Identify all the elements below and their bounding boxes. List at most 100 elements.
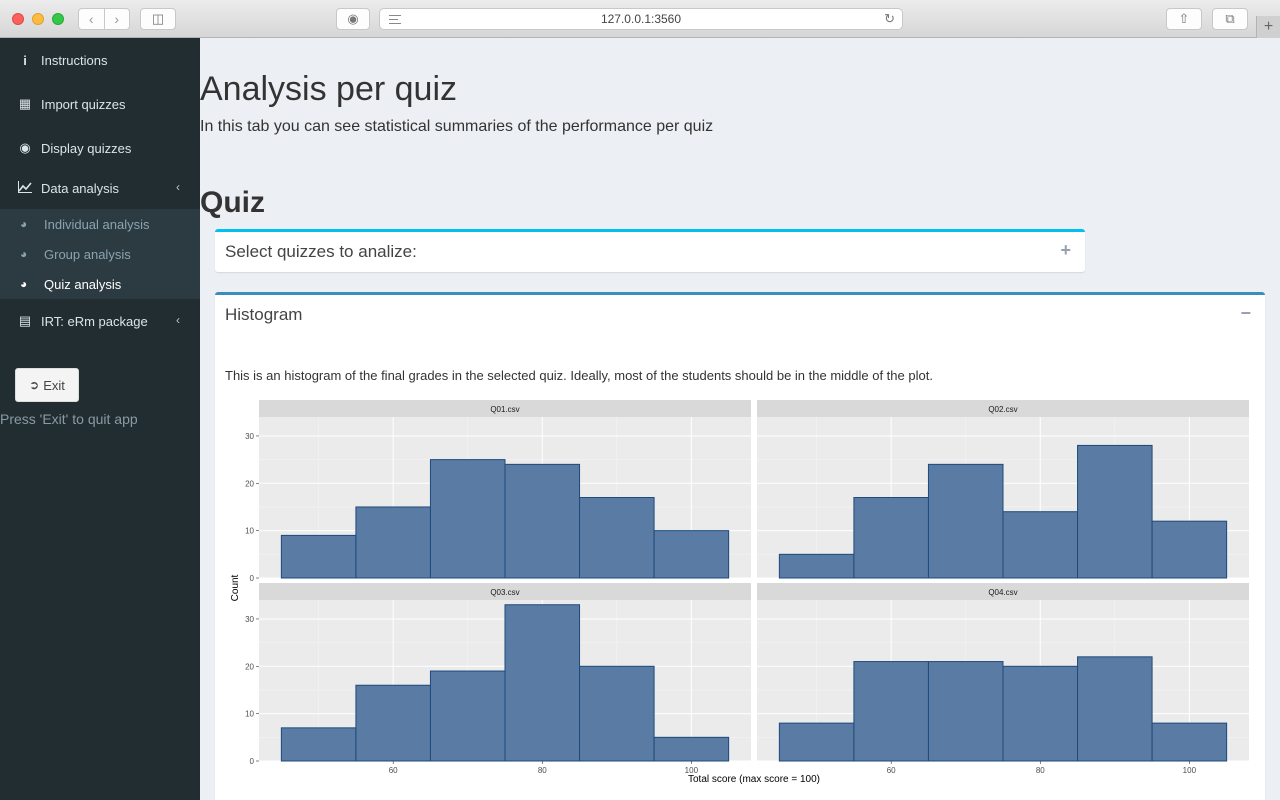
histogram-bar	[504, 463, 581, 579]
minimize-window-button[interactable]	[32, 13, 44, 25]
sidebar-item-import-quizzes[interactable]: ▦ Import quizzes	[0, 82, 200, 126]
sidebar-item-label: Quiz analysis	[44, 276, 122, 292]
y-axis-title: Count	[230, 574, 241, 601]
facet-label: Q04.csv	[988, 588, 1017, 597]
sidebar: i Instructions ▦ Import quizzes ◉ Displa…	[0, 38, 200, 800]
histogram-bar	[1002, 665, 1079, 762]
collapse-icon[interactable]: −	[1240, 303, 1251, 324]
privacy-shield-icon[interactable]: ◉	[336, 8, 370, 30]
history-nav: ‹ ›	[78, 8, 130, 30]
address-bar[interactable]: 127.0.0.1:3560 ↻	[379, 8, 903, 30]
histogram-bar	[280, 727, 357, 762]
histogram-bar	[1002, 511, 1079, 579]
page-title: Analysis per quiz	[200, 70, 458, 108]
dashboard-icon: ◕	[20, 277, 28, 291]
data-analysis-submenu: ◕ Individual analysis ◕ Group analysis ◕…	[0, 209, 200, 299]
histogram-bar	[927, 463, 1004, 579]
sidebar-item-label: Individual analysis	[44, 216, 150, 232]
sign-out-icon: ➲	[29, 378, 40, 392]
eye-icon: ◉	[19, 140, 31, 155]
tabs-overview-icon[interactable]: ⧉	[1212, 8, 1248, 30]
histogram-bar	[429, 670, 506, 762]
sidebar-toggle-icon[interactable]: ◫	[140, 8, 176, 30]
info-icon: i	[23, 52, 27, 68]
histogram-bar	[504, 604, 581, 762]
histogram-bar	[927, 661, 1004, 762]
page-subtitle: In this tab you can see statistical summ…	[200, 118, 714, 135]
x-axis-title: Total score (max score = 100)	[688, 774, 820, 785]
sidebar-item-label: Display quizzes	[41, 140, 132, 156]
section-title: Quiz	[200, 186, 265, 219]
histogram-bar	[653, 530, 730, 579]
histogram-bar	[355, 506, 431, 579]
histogram-bar	[778, 553, 855, 579]
histogram-bar	[429, 459, 506, 579]
sidebar-item-label: Import quizzes	[41, 96, 126, 112]
y-tick-label: 30	[245, 432, 254, 441]
browser-toolbar: ‹ › ◫ ◉ 127.0.0.1:3560 ↻ ⇧ ⧉ +	[0, 0, 1280, 38]
forward-icon[interactable]: ›	[103, 9, 130, 29]
url-text: 127.0.0.1:3560	[600, 12, 682, 26]
x-tick-label: 60	[389, 766, 398, 775]
sidebar-item-label: Instructions	[41, 52, 108, 68]
facet-label: Q03.csv	[490, 588, 519, 597]
histogram-bar	[853, 497, 929, 579]
y-tick-label: 0	[250, 574, 255, 583]
exit-hint: Press 'Exit' to quit app	[0, 411, 138, 427]
facet-label: Q02.csv	[988, 405, 1017, 414]
histogram-bar	[1077, 656, 1153, 762]
sidebar-item-group-analysis[interactable]: ◕ Group analysis	[0, 239, 200, 269]
new-tab-button[interactable]: +	[1256, 16, 1280, 38]
grid-icon: ▦	[18, 96, 32, 111]
sidebar-item-display-quizzes[interactable]: ◉ Display quizzes	[0, 126, 200, 170]
y-tick-label: 20	[245, 479, 254, 488]
x-tick-label: 80	[538, 766, 547, 775]
y-tick-label: 30	[245, 615, 254, 624]
histogram-bar	[1151, 520, 1228, 579]
share-icon[interactable]: ⇧	[1166, 8, 1202, 30]
histogram-bar	[579, 497, 655, 579]
histogram-bar	[579, 665, 655, 762]
book-icon: ▤	[18, 313, 32, 328]
line-chart-icon	[17, 180, 33, 196]
sidebar-item-data-analysis[interactable]: Data analysis ‹	[0, 166, 200, 210]
y-tick-label: 10	[245, 710, 254, 719]
reader-icon[interactable]	[389, 15, 401, 24]
histogram-bar	[355, 684, 431, 762]
x-tick-label: 60	[887, 766, 896, 775]
histogram-bar	[653, 736, 730, 762]
back-icon[interactable]: ‹	[79, 9, 104, 29]
reload-icon[interactable]: ↻	[884, 11, 895, 27]
histogram-description: This is an histogram of the final grades…	[225, 368, 933, 383]
box-title: Select quizzes to analize:	[225, 242, 417, 261]
chevron-left-icon: ‹	[176, 180, 180, 194]
sidebar-item-label: IRT: eRm package	[41, 313, 148, 329]
close-window-button[interactable]	[12, 13, 24, 25]
main-content: Analysis per quiz In this tab you can se…	[200, 38, 1280, 800]
sidebar-item-individual-analysis[interactable]: ◕ Individual analysis	[0, 209, 200, 239]
select-quizzes-box: Select quizzes to analize: +	[215, 229, 1085, 272]
zoom-window-button[interactable]	[52, 13, 64, 25]
box-title: Histogram	[225, 305, 303, 324]
y-tick-label: 0	[250, 757, 255, 766]
histogram-bar	[280, 534, 357, 579]
sidebar-item-instructions[interactable]: i Instructions	[0, 38, 200, 82]
exit-button[interactable]: ➲ Exit	[15, 368, 79, 402]
y-tick-label: 10	[245, 527, 254, 536]
facet-label: Q01.csv	[490, 405, 519, 414]
sidebar-item-label: Group analysis	[44, 246, 131, 262]
histogram-bar	[1151, 722, 1228, 762]
x-tick-label: 100	[1183, 766, 1197, 775]
dashboard-icon: ◕	[20, 247, 28, 261]
histogram-bar	[1077, 444, 1153, 579]
histogram-bar	[853, 661, 929, 762]
sidebar-item-label: Data analysis	[41, 180, 120, 196]
chevron-left-icon: ‹	[176, 313, 180, 327]
expand-icon[interactable]: +	[1060, 240, 1071, 261]
x-tick-label: 80	[1036, 766, 1045, 775]
sidebar-item-irt-erm[interactable]: ▤ IRT: eRm package ‹	[0, 299, 200, 343]
histogram-box: Histogram − This is an histogram of the …	[215, 292, 1265, 800]
histogram-bar	[778, 722, 855, 762]
y-tick-label: 20	[245, 662, 254, 671]
sidebar-item-quiz-analysis[interactable]: ◕ Quiz analysis	[0, 269, 200, 299]
